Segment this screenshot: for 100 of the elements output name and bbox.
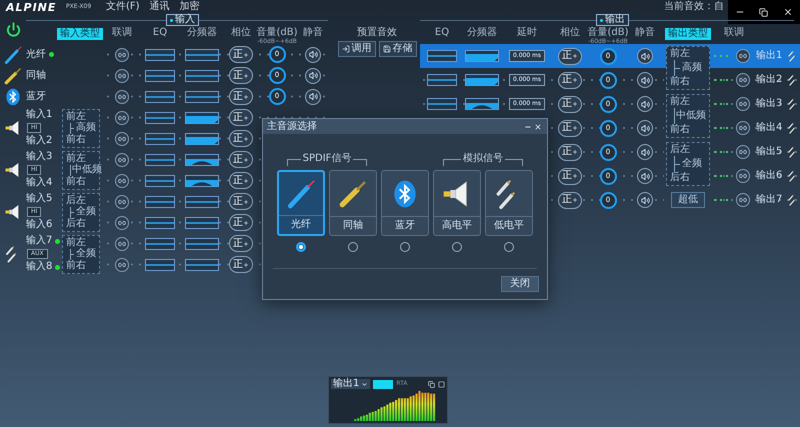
column-header[interactable]: 分频器 xyxy=(187,28,217,38)
crossover-graph-icon[interactable] xyxy=(185,174,219,186)
phase-button[interactable]: 正 xyxy=(558,72,582,88)
eq-graph-icon[interactable] xyxy=(145,132,175,144)
mode-toggle[interactable] xyxy=(373,380,394,388)
column-header[interactable]: 音量(dB) xyxy=(256,28,298,38)
mute-button[interactable] xyxy=(637,48,653,64)
column-tab[interactable]: 输入类型 xyxy=(57,28,103,40)
phase-button[interactable]: 正 xyxy=(229,256,253,273)
radio-button[interactable] xyxy=(504,242,514,252)
menu-item[interactable]: 文件(F) xyxy=(106,2,140,12)
phase-button[interactable]: 正 xyxy=(229,109,253,126)
column-header[interactable]: EQ xyxy=(434,28,450,38)
copy-icon[interactable] xyxy=(428,380,435,388)
phase-button[interactable]: 正 xyxy=(229,235,253,252)
link-button[interactable] xyxy=(736,121,750,135)
column-tab[interactable]: 输出类型 xyxy=(665,28,711,40)
eq-graph-icon[interactable] xyxy=(427,98,457,110)
eq-graph-icon[interactable] xyxy=(145,48,175,60)
link-button[interactable] xyxy=(115,68,129,82)
phase-button[interactable]: 正 xyxy=(229,130,253,147)
channel-dropdown[interactable]: 输出1 xyxy=(331,379,370,389)
crossover-graph-icon[interactable] xyxy=(185,70,219,82)
source-card[interactable]: 高电平 xyxy=(433,170,481,236)
link-button[interactable] xyxy=(736,169,750,183)
column-header[interactable]: 分频器 xyxy=(467,28,497,38)
phase-button[interactable]: 正 xyxy=(229,172,253,189)
phase-button[interactable]: 正 xyxy=(558,168,582,184)
eq-graph-icon[interactable] xyxy=(145,258,175,270)
crossover-graph-icon[interactable] xyxy=(185,48,219,60)
phase-button[interactable]: 正 xyxy=(558,96,582,112)
restore-button[interactable] xyxy=(757,6,770,18)
column-header[interactable]: 联调 xyxy=(724,28,744,38)
mute-button[interactable] xyxy=(637,192,653,208)
mute-button[interactable] xyxy=(305,46,321,62)
link-button[interactable] xyxy=(115,90,129,104)
column-header[interactable]: 静音 xyxy=(303,28,323,38)
eq-graph-icon[interactable] xyxy=(145,154,175,166)
eq-graph-icon[interactable] xyxy=(427,74,457,86)
phase-button[interactable]: 正 xyxy=(229,88,253,105)
column-header[interactable]: 相位 xyxy=(560,28,580,38)
column-header[interactable]: 联调 xyxy=(112,28,132,38)
column-header[interactable]: 静音 xyxy=(635,28,655,38)
mute-button[interactable] xyxy=(305,88,321,104)
link-button[interactable] xyxy=(115,174,129,188)
link-button[interactable] xyxy=(115,152,129,166)
eq-graph-icon[interactable] xyxy=(145,216,175,228)
eq-graph-icon[interactable] xyxy=(427,50,457,62)
mute-button[interactable] xyxy=(637,72,653,88)
mute-button[interactable] xyxy=(637,96,653,112)
close-dialog-button[interactable]: 关闭 xyxy=(501,276,539,292)
link-button[interactable] xyxy=(115,132,129,146)
mute-button[interactable] xyxy=(305,68,321,84)
crossover-graph-icon[interactable] xyxy=(185,154,219,166)
crossover-graph-icon[interactable] xyxy=(185,132,219,144)
phase-button[interactable]: 正 xyxy=(229,193,253,210)
phase-button[interactable]: 正 xyxy=(558,48,582,64)
link-button[interactable] xyxy=(115,110,129,124)
phase-button[interactable]: 正 xyxy=(558,120,582,136)
crossover-graph-icon[interactable] xyxy=(185,112,219,124)
link-button[interactable] xyxy=(115,194,129,208)
mute-button[interactable] xyxy=(637,168,653,184)
mute-button[interactable] xyxy=(637,144,653,160)
source-card[interactable]: 低电平 xyxy=(485,170,533,236)
radio-button[interactable] xyxy=(400,242,410,252)
link-button[interactable] xyxy=(115,48,129,62)
window-icon[interactable] xyxy=(438,380,445,388)
link-button[interactable] xyxy=(736,97,750,111)
crossover-graph-icon[interactable] xyxy=(185,258,219,270)
crossover-graph-icon[interactable] xyxy=(185,238,219,250)
eq-graph-icon[interactable] xyxy=(145,238,175,250)
menu-item[interactable]: 加密 xyxy=(180,2,200,12)
radio-button[interactable] xyxy=(296,242,306,252)
link-button[interactable] xyxy=(736,145,750,159)
source-card[interactable]: 光纤 xyxy=(277,170,325,236)
eq-graph-icon[interactable] xyxy=(145,70,175,82)
eq-graph-icon[interactable] xyxy=(145,174,175,186)
link-button[interactable] xyxy=(115,236,129,250)
power-icon[interactable] xyxy=(6,22,20,36)
link-button[interactable] xyxy=(736,49,750,63)
phase-button[interactable]: 正 xyxy=(229,46,253,63)
preset-button[interactable]: 存储 xyxy=(378,41,416,57)
source-card[interactable]: 蓝牙 xyxy=(381,170,429,236)
link-button[interactable] xyxy=(115,258,129,272)
radio-button[interactable] xyxy=(348,242,358,252)
link-button[interactable] xyxy=(736,73,750,87)
crossover-graph-icon[interactable] xyxy=(185,196,219,208)
phase-button[interactable]: 正 xyxy=(229,67,253,84)
radio-button[interactable] xyxy=(452,242,462,252)
crossover-graph-icon[interactable] xyxy=(465,74,499,86)
eq-graph-icon[interactable] xyxy=(145,112,175,124)
crossover-graph-icon[interactable] xyxy=(185,216,219,228)
link-button[interactable] xyxy=(115,216,129,230)
phase-button[interactable]: 正 xyxy=(558,144,582,160)
crossover-graph-icon[interactable] xyxy=(465,50,499,62)
phase-button[interactable]: 正 xyxy=(229,214,253,231)
menu-item[interactable]: 通讯 xyxy=(150,2,170,12)
mute-button[interactable] xyxy=(637,120,653,136)
phase-button[interactable]: 正 xyxy=(558,192,582,208)
column-header[interactable]: 相位 xyxy=(231,28,251,38)
